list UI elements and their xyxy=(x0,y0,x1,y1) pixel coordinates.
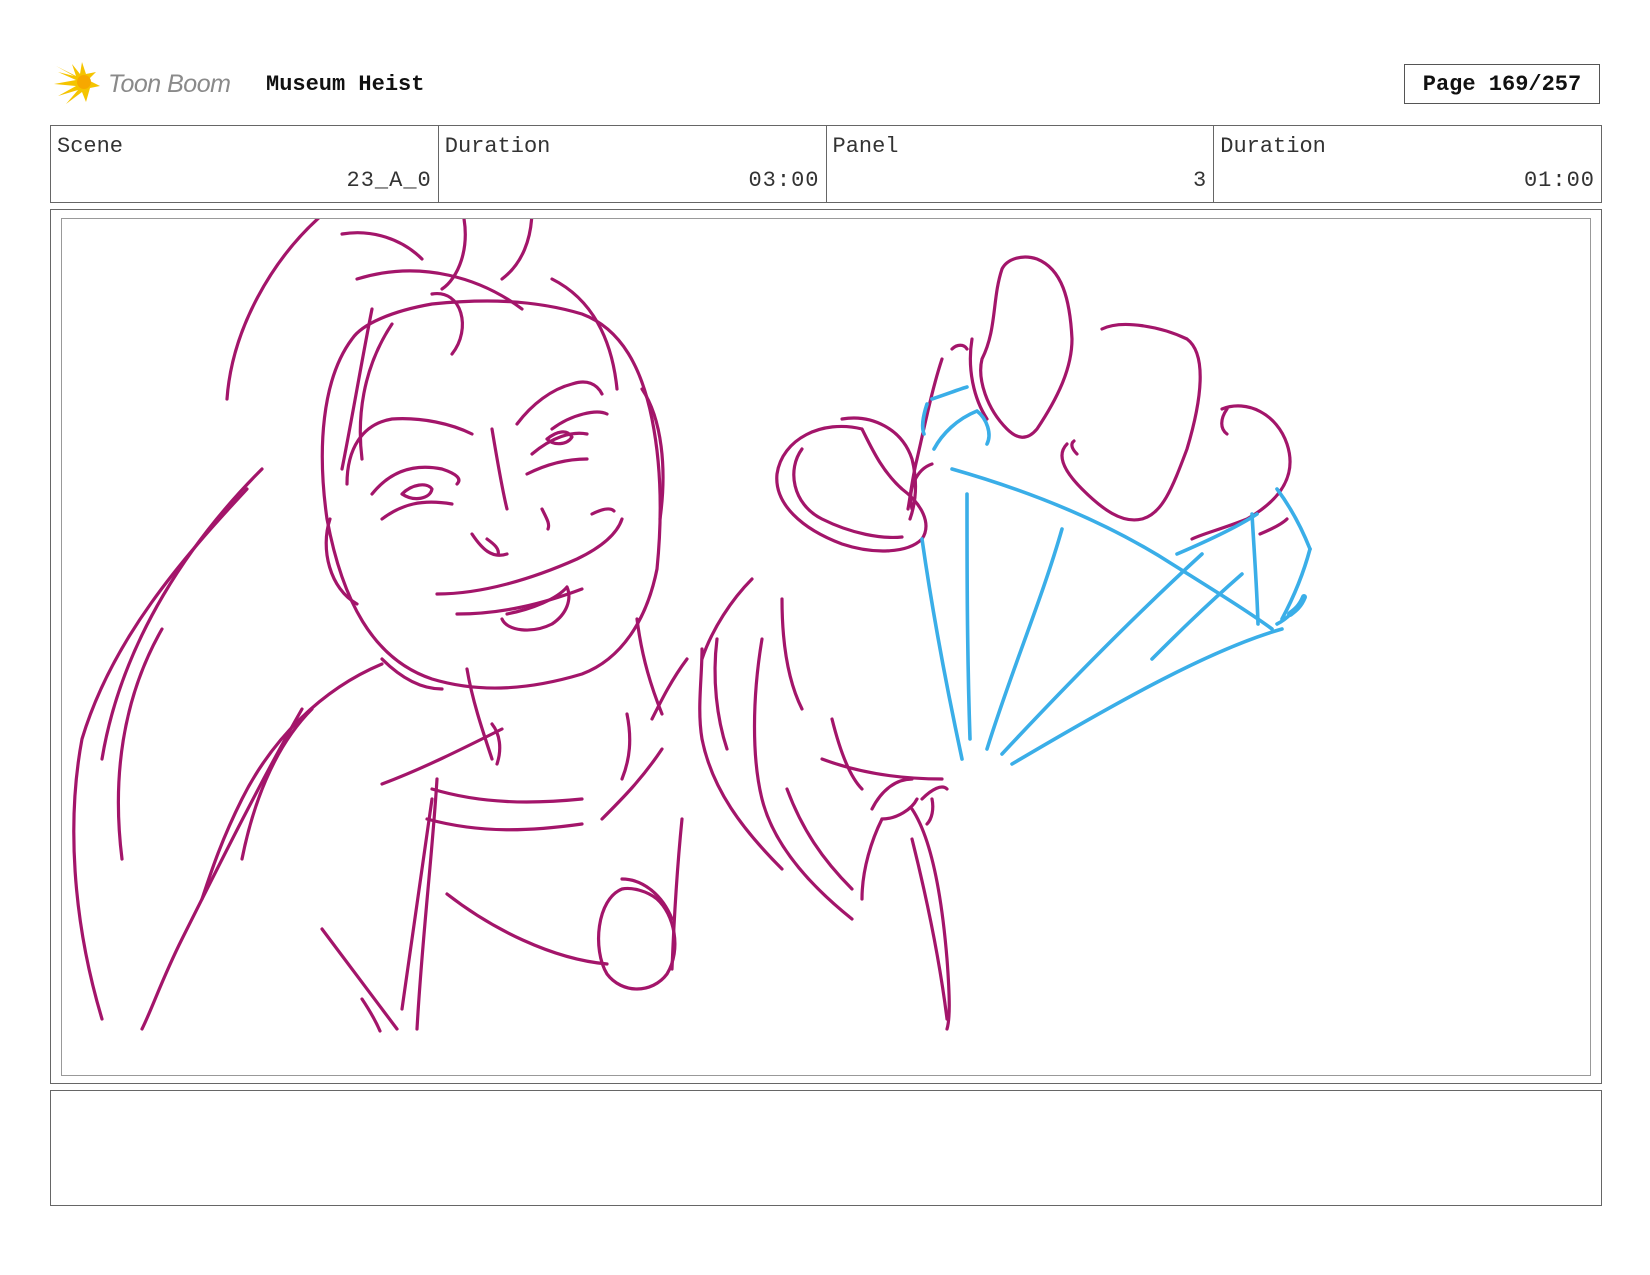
panel-image xyxy=(61,218,1591,1076)
scene-duration-label: Duration xyxy=(444,134,551,159)
panel-value: 3 xyxy=(1193,168,1208,193)
logo-burst-icon xyxy=(54,62,100,104)
notes-box xyxy=(50,1090,1602,1206)
project-title: Museum Heist xyxy=(266,72,425,97)
panel-label: Panel xyxy=(832,134,899,159)
panel-cell: Panel 3 xyxy=(827,126,1215,202)
storyboard-header: Toon Boom Museum Heist xyxy=(52,58,1612,108)
panel-duration-cell: Duration 01:00 xyxy=(1214,126,1601,202)
scene-label: Scene xyxy=(57,134,124,159)
scene-cell: Scene 23_A_0 xyxy=(51,126,439,202)
gem-sketch xyxy=(920,385,1312,766)
scene-value: 23_A_0 xyxy=(346,168,432,193)
character-sketch xyxy=(72,219,1292,1033)
scene-duration-value: 03:00 xyxy=(748,168,820,193)
scene-info-table: Scene 23_A_0 Duration 03:00 Panel 3 Dura… xyxy=(50,125,1602,203)
panel-duration-label: Duration xyxy=(1220,134,1326,159)
toon-boom-logo: Toon Boom xyxy=(52,58,248,108)
logo-text: Toon Boom xyxy=(108,70,231,98)
panel-duration-value: 01:00 xyxy=(1523,168,1595,193)
scene-duration-cell: Duration 03:00 xyxy=(439,126,827,202)
sketch-drawing xyxy=(72,219,1312,1033)
page-indicator: Page 169/257 xyxy=(1404,64,1600,104)
